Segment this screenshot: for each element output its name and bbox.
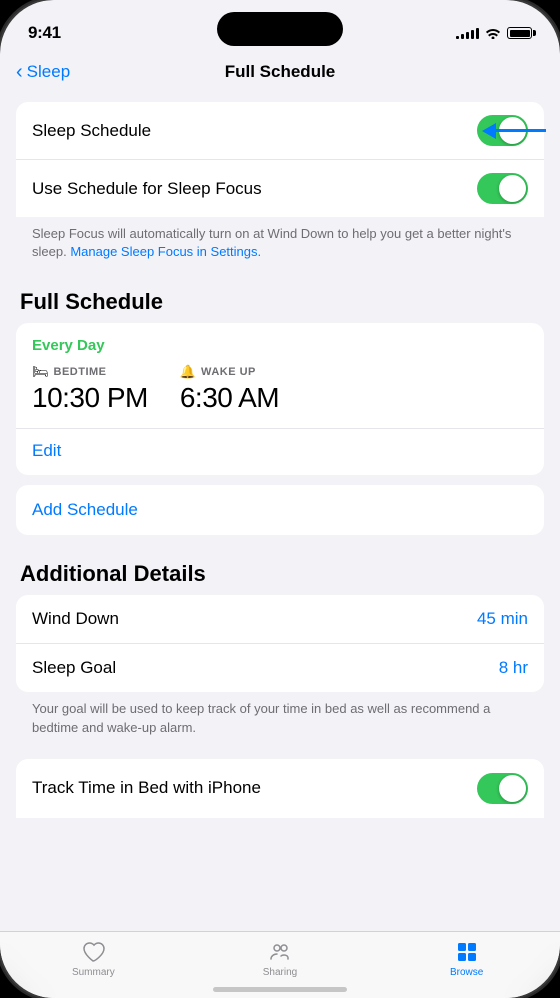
sleep-goal-label: Sleep Goal [32,658,116,678]
track-time-row[interactable]: Track Time in Bed with iPhone [16,759,544,818]
add-schedule-card[interactable]: Add Schedule [16,485,544,535]
wakeup-block: 🔔 WAKE UP 6:30 AM [180,364,279,414]
sleep-schedule-row: Sleep Schedule [16,102,544,160]
sleep-focus-toggle[interactable] [477,173,528,204]
toggle-thumb-3 [499,775,526,802]
bedtime-label: BEDTIME [54,366,107,378]
arrow-head-icon [482,123,496,139]
chevron-left-icon: ‹ [16,62,23,82]
tab-sharing[interactable]: Sharing [187,940,374,978]
content-area: Sleep Schedule Use Schedule for Sleep Fo… [0,94,560,931]
alarm-icon: 🔔 [180,364,196,380]
bedtime-value: 10:30 PM [32,382,148,414]
track-time-card: Track Time in Bed with iPhone [16,759,544,818]
bed-icon: 🛏 [32,364,49,380]
nav-header: ‹ Sleep Full Schedule [0,58,560,94]
status-icons [456,27,532,39]
home-indicator [213,987,347,992]
additional-details-card: Wind Down 45 min Sleep Goal 8 hr [16,595,544,692]
sleep-schedule-label: Sleep Schedule [32,121,151,141]
signal-icon [456,27,479,39]
track-time-label: Track Time in Bed with iPhone [32,778,261,798]
wakeup-value: 6:30 AM [180,382,279,414]
dynamic-island [217,12,343,46]
sleep-goal-info: Your goal will be used to keep track of … [16,692,544,748]
sharing-icon [268,940,292,964]
sleep-focus-info: Sleep Focus will automatically turn on a… [16,217,544,273]
summary-tab-label: Summary [72,967,115,978]
bedtime-label-row: 🛏 BEDTIME [32,364,148,380]
schedule-card: Every Day 🛏 BEDTIME 10:30 PM 🔔 WAKE UP [16,323,544,475]
full-schedule-section-header: Full Schedule [16,273,544,323]
bedtime-block: 🛏 BEDTIME 10:30 PM [32,364,148,414]
back-label: Sleep [27,62,70,82]
wind-down-label: Wind Down [32,609,119,629]
every-day-label: Every Day [32,337,528,354]
phone-screen: 9:41 ‹ Sleep [0,0,560,998]
wind-down-value: 45 min [477,609,528,629]
blue-arrow-annotation [482,123,546,139]
sleep-schedule-card: Sleep Schedule Use Schedule for Sleep Fo… [16,102,544,217]
tab-browse[interactable]: Browse [373,940,560,978]
browse-tab-label: Browse [450,967,483,978]
status-time: 9:41 [28,23,61,43]
browse-icon [455,940,479,964]
wakeup-label: WAKE UP [201,366,256,378]
wakeup-label-row: 🔔 WAKE UP [180,364,279,380]
schedule-divider [16,428,544,429]
tab-summary[interactable]: Summary [0,940,187,978]
times-row: 🛏 BEDTIME 10:30 PM 🔔 WAKE UP 6:30 AM [32,364,528,414]
add-schedule-label: Add Schedule [32,500,138,519]
back-button[interactable]: ‹ Sleep [16,62,70,82]
sleep-goal-value: 8 hr [499,658,528,678]
sleep-focus-row: Use Schedule for Sleep Focus [16,160,544,217]
edit-button[interactable]: Edit [32,441,61,460]
track-time-toggle[interactable] [477,773,528,804]
wifi-icon [485,27,501,39]
phone-frame: 9:41 ‹ Sleep [0,0,560,998]
sharing-tab-label: Sharing [263,967,297,978]
arrow-line [496,129,546,132]
toggle-thumb-2 [499,175,526,202]
wind-down-row[interactable]: Wind Down 45 min [16,595,544,644]
sleep-focus-label: Use Schedule for Sleep Focus [32,179,262,199]
sleep-goal-row[interactable]: Sleep Goal 8 hr [16,644,544,692]
heart-icon [81,940,105,964]
page-title: Full Schedule [225,62,336,82]
battery-icon [507,27,532,39]
additional-details-header: Additional Details [16,545,544,595]
manage-focus-link[interactable]: Manage Sleep Focus in Settings. [70,244,261,259]
